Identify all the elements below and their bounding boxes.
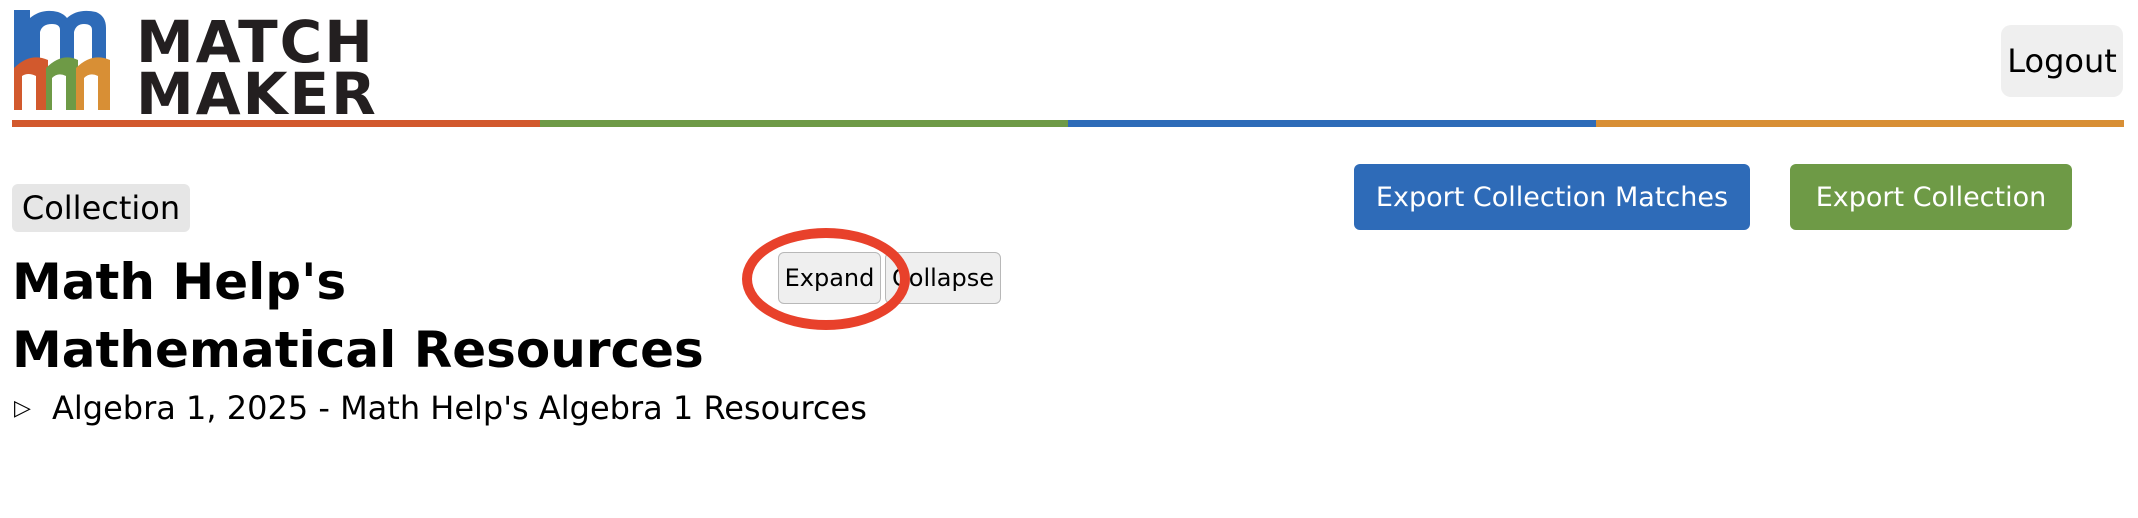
match-maker-logo[interactable]: Match Maker (12, 10, 376, 123)
logo-line-2: Maker (136, 60, 378, 128)
expand-button[interactable]: Expand (778, 252, 881, 304)
tree-item-label[interactable]: Algebra 1, 2025 - Math Help's Algebra 1 … (52, 389, 867, 427)
export-collection-button[interactable]: Export Collection (1790, 164, 2072, 230)
divider-segment-green (540, 120, 1068, 127)
logo-mark-icon (14, 10, 110, 110)
export-collection-matches-button[interactable]: Export Collection Matches (1354, 164, 1750, 230)
divider-segment-orange (12, 120, 540, 127)
collapse-button[interactable]: Collapse (885, 252, 1001, 304)
collection-badge: Collection (12, 184, 190, 232)
divider-segment-gold (1596, 120, 2124, 127)
page: Match Maker Logout Collection Export Col… (0, 0, 2138, 518)
triangle-right-icon[interactable]: ▷ (14, 396, 52, 421)
divider-segment-blue (1068, 120, 1596, 127)
collection-title: Math Help's Mathematical Resources (12, 253, 704, 379)
logout-button[interactable]: Logout (2001, 25, 2123, 97)
header-divider-bar (12, 120, 2124, 127)
tree-item[interactable]: ▷ Algebra 1, 2025 - Math Help's Algebra … (14, 386, 867, 430)
logo-wordmark: Match Maker (136, 13, 378, 128)
